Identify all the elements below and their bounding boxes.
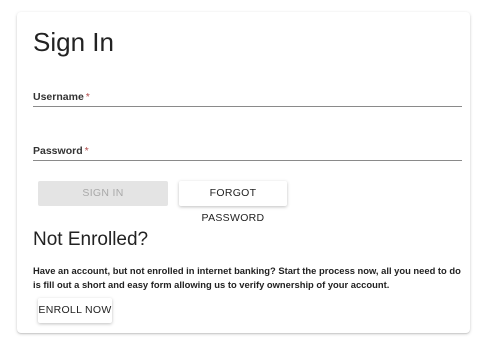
password-label: Password * bbox=[33, 145, 89, 157]
sign-in-button[interactable]: SIGN IN bbox=[38, 181, 168, 206]
enroll-now-button[interactable]: ENROLL NOW bbox=[38, 298, 112, 323]
password-label-text: Password bbox=[33, 145, 83, 157]
username-label: Username * bbox=[33, 91, 90, 103]
not-enrolled-heading: Not Enrolled? bbox=[33, 229, 149, 250]
login-card: Sign In Username * Password * SIGN IN FORG… bbox=[17, 12, 470, 333]
username-field[interactable]: Username * bbox=[33, 84, 462, 107]
enroll-description: Have an account, but not enrolled in int… bbox=[33, 265, 461, 290]
page-title: Sign In bbox=[33, 27, 114, 57]
password-field[interactable]: Password * bbox=[33, 138, 462, 161]
required-asterisk: * bbox=[84, 145, 89, 157]
username-label-text: Username bbox=[33, 91, 84, 103]
required-asterisk: * bbox=[85, 91, 90, 103]
forgot-password-button[interactable]: FORGOT PASSWORD bbox=[179, 181, 287, 224]
